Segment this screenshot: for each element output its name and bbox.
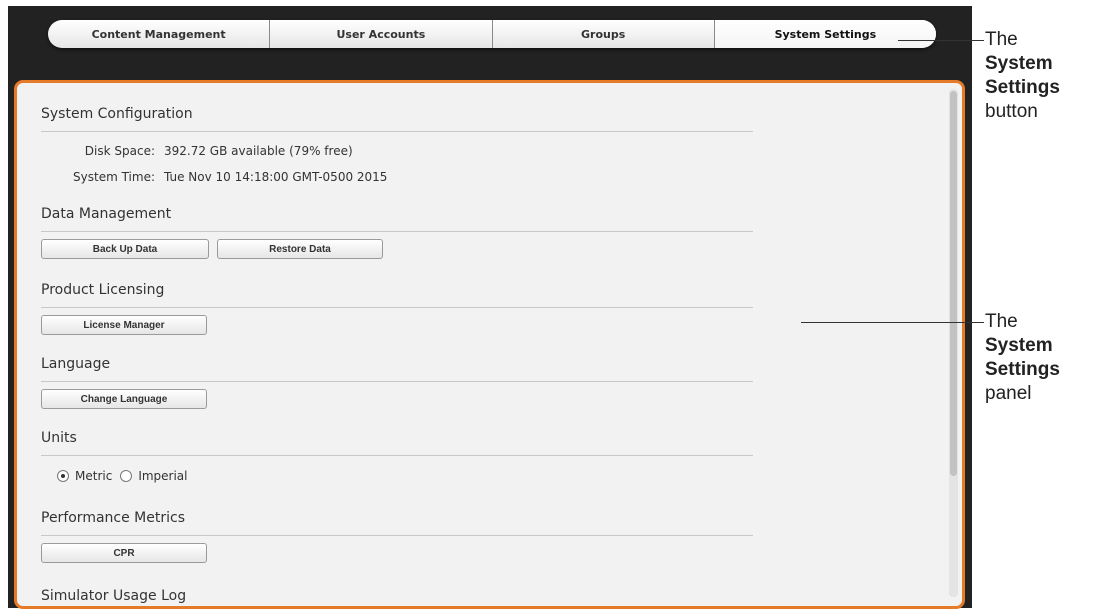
scrollbar-thumb[interactable] bbox=[950, 91, 957, 476]
callout-panel-suffix: panel bbox=[985, 383, 1032, 404]
section-divider bbox=[41, 231, 753, 232]
main-tab-bar: Content Management User Accounts Groups … bbox=[48, 20, 936, 48]
section-divider bbox=[41, 381, 753, 382]
section-divider bbox=[41, 307, 753, 308]
change-language-button[interactable]: Change Language bbox=[41, 389, 207, 409]
callout-button-bold1: System bbox=[985, 53, 1053, 74]
callout-line-panel bbox=[801, 322, 984, 323]
license-manager-button[interactable]: License Manager bbox=[41, 315, 207, 335]
tab-groups[interactable]: Groups bbox=[493, 20, 715, 48]
section-title-simulator-usage-log: Simulator Usage Log bbox=[41, 588, 187, 604]
cpr-button[interactable]: CPR bbox=[41, 543, 207, 563]
section-title-system-configuration: System Configuration bbox=[41, 106, 193, 122]
callout-panel-bold1: System bbox=[985, 335, 1053, 356]
tab-content-management[interactable]: Content Management bbox=[48, 20, 271, 48]
section-divider bbox=[41, 535, 753, 536]
system-settings-panel: System Configuration Disk Space: 392.72 … bbox=[14, 80, 965, 609]
callout-panel-bold2: Settings bbox=[985, 359, 1060, 380]
callout-button-bold2: Settings bbox=[985, 77, 1060, 98]
section-divider bbox=[41, 131, 753, 132]
section-divider bbox=[41, 455, 753, 456]
section-title-data-management: Data Management bbox=[41, 206, 172, 222]
section-title-units: Units bbox=[41, 430, 77, 446]
system-time-value: Tue Nov 10 14:18:00 GMT-0500 2015 bbox=[164, 170, 388, 184]
callout-panel-prefix: The bbox=[985, 311, 1018, 332]
section-title-product-licensing: Product Licensing bbox=[41, 282, 165, 298]
radio-selected-dot bbox=[61, 474, 65, 478]
units-radio-group: Metric Imperial bbox=[57, 469, 188, 483]
back-up-data-button[interactable]: Back Up Data bbox=[41, 239, 209, 259]
section-title-language: Language bbox=[41, 356, 111, 372]
imperial-radio-label[interactable]: Imperial bbox=[138, 469, 187, 483]
restore-data-button[interactable]: Restore Data bbox=[217, 239, 383, 259]
imperial-radio[interactable] bbox=[120, 470, 133, 482]
system-time-label: System Time: bbox=[73, 170, 155, 184]
callout-system-settings-button: The System Settings button bbox=[985, 28, 1100, 124]
disk-space-value: 392.72 GB available (79% free) bbox=[164, 144, 353, 158]
callout-button-prefix: The bbox=[985, 29, 1018, 50]
tab-user-accounts[interactable]: User Accounts bbox=[270, 20, 493, 48]
tab-system-settings[interactable]: System Settings bbox=[714, 20, 936, 48]
metric-radio-label[interactable]: Metric bbox=[75, 469, 112, 483]
callout-button-suffix: button bbox=[985, 101, 1038, 122]
section-title-performance-metrics: Performance Metrics bbox=[41, 510, 185, 526]
callout-system-settings-panel: The System Settings panel bbox=[985, 310, 1100, 406]
metric-radio[interactable] bbox=[57, 470, 69, 482]
callout-line-button bbox=[898, 40, 984, 41]
disk-space-label: Disk Space: bbox=[84, 144, 155, 158]
